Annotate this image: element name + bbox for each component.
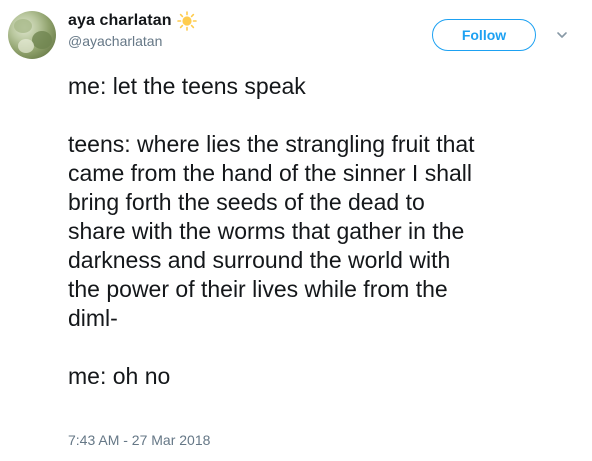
- tweet-line: bring forth the seeds of the dead to: [68, 189, 425, 215]
- tweet-line: share with the worms that gather in the: [68, 218, 465, 244]
- avatar-foliage: [32, 31, 52, 49]
- author-name-row[interactable]: aya charlatan: [68, 11, 197, 31]
- sun-icon: [176, 11, 197, 31]
- tweet-line: darkness and surround the world with: [68, 247, 451, 273]
- tweet-line-break: [68, 333, 568, 362]
- tweet-line: me: let the teens speak: [68, 73, 306, 99]
- tweet-line-break: [68, 101, 568, 130]
- display-name[interactable]: aya charlatan: [68, 12, 172, 30]
- tweet-timestamp[interactable]: 7:43 AM - 27 Mar 2018: [68, 432, 210, 448]
- avatar-foliage: [18, 39, 34, 53]
- chevron-down-icon[interactable]: [555, 28, 569, 42]
- tweet-line: came from the hand of the sinner I shall: [68, 160, 472, 186]
- tweet-card: aya charlatan @ayacharlatan Follow me: l…: [0, 0, 592, 461]
- tweet-line: teens: where lies the strangling fruit t…: [68, 131, 475, 157]
- tweet-line: me: oh no: [68, 363, 171, 389]
- follow-button[interactable]: Follow: [432, 19, 536, 51]
- avatar[interactable]: [8, 11, 56, 59]
- tweet-line: diml-: [68, 305, 118, 331]
- tweet-text: me: let the teens speak teens: where lie…: [68, 72, 568, 391]
- avatar-foliage: [14, 19, 32, 33]
- user-handle[interactable]: @ayacharlatan: [68, 33, 162, 49]
- tweet-line: the power of their lives while from the: [68, 276, 448, 302]
